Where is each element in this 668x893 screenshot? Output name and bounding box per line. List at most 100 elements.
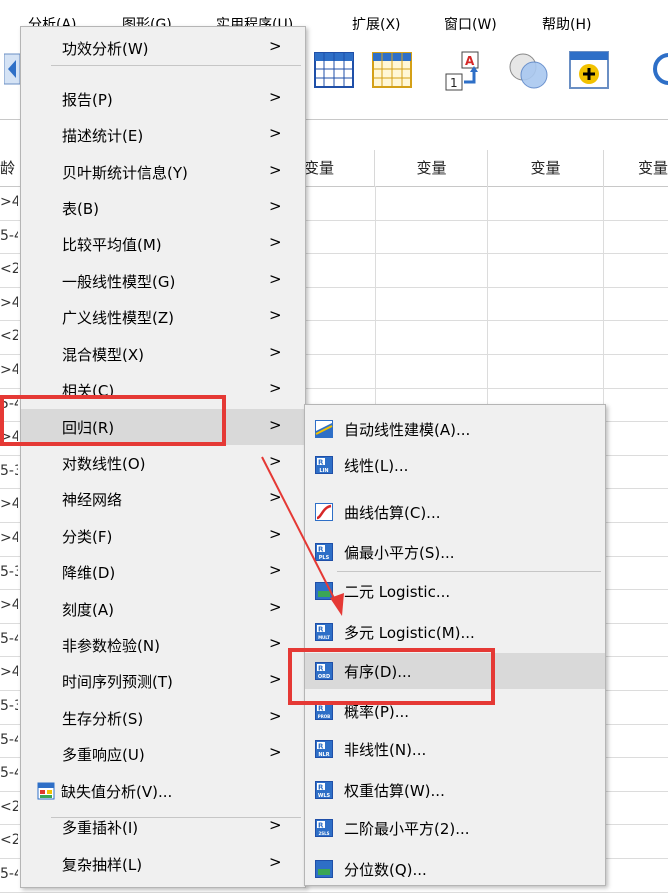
- menu-item[interactable]: 多重插补(I) >: [21, 809, 305, 845]
- menu-window[interactable]: 窗口(W): [444, 14, 497, 34]
- menu-item[interactable]: 非参数检验(N) >: [21, 627, 305, 663]
- menu-item[interactable]: 时间序列预测(T) >: [21, 663, 305, 699]
- submenu-item[interactable]: R LIN 线性(L)...: [305, 447, 605, 483]
- menu-item[interactable]: 描述统计(E) >: [21, 117, 305, 153]
- submenu-item[interactable]: 曲线估算(C)...: [305, 494, 605, 530]
- menu-item[interactable]: 报告(P) >: [21, 81, 305, 117]
- menu-item[interactable]: 比较平均值(M) >: [21, 226, 305, 262]
- menu-item-label: 贝叶斯统计信息(Y): [62, 164, 188, 182]
- table-cell[interactable]: 5-3: [0, 564, 18, 580]
- menu-item[interactable]: 表(B) >: [21, 190, 305, 226]
- column-header-age[interactable]: 龄: [0, 150, 21, 187]
- table-cell[interactable]: >4: [0, 664, 18, 680]
- table-cell[interactable]: >4: [0, 496, 18, 512]
- submenu-item[interactable]: R PLS 偏最小平方(S)...: [305, 534, 605, 570]
- menu-item[interactable]: 生存分析(S) >: [21, 700, 305, 736]
- svg-text:MULT: MULT: [318, 635, 330, 640]
- linear-icon: RLIN: [315, 456, 333, 474]
- table-cell[interactable]: 5-4: [0, 765, 18, 781]
- multinomial-logistic-icon: RMULT: [315, 623, 333, 641]
- variable-view-icon[interactable]: [372, 52, 412, 88]
- submenu-item[interactable]: R MULT 多元 Logistic(M)...: [305, 614, 605, 650]
- menu-item-label: 描述统计(E): [62, 127, 144, 145]
- table-cell[interactable]: <2: [0, 832, 18, 848]
- table-cell[interactable]: <2: [0, 261, 18, 277]
- column-header-var4[interactable]: 变量: [604, 150, 668, 187]
- table-cell[interactable]: 5-3: [0, 698, 18, 714]
- table-cell[interactable]: >4: [0, 597, 18, 613]
- value-labels-icon[interactable]: A 1: [444, 50, 490, 92]
- menu-item[interactable]: 复杂抽样(L) >: [21, 846, 305, 882]
- menu-item[interactable]: 对数线性(O) >: [21, 445, 305, 481]
- svg-text:R: R: [318, 784, 324, 792]
- menu-item-label: 一般线性模型(G): [62, 273, 176, 291]
- chevron-right-icon: >: [269, 88, 282, 106]
- regression-submenu: 自动线性建模(A)... R LIN 线性(L)... 曲线估算(C)... R PLS 偏最…: [304, 404, 606, 886]
- chevron-right-icon: >: [269, 452, 282, 470]
- menu-item[interactable]: 一般线性模型(G) >: [21, 263, 305, 299]
- submenu-item[interactable]: 二元 Logistic...: [305, 573, 605, 609]
- submenu-item-label: 权重估算(W)...: [344, 782, 445, 800]
- menu-item[interactable]: 刻度(A) >: [21, 591, 305, 627]
- pls-icon: RPLS: [315, 543, 333, 561]
- menu-help[interactable]: 帮助(H): [542, 14, 591, 34]
- submenu-item-label: 曲线估算(C)...: [344, 504, 441, 522]
- table-cell[interactable]: <2: [0, 799, 18, 815]
- auto-linear-icon: [315, 420, 333, 438]
- svg-text:PROB: PROB: [318, 714, 330, 719]
- table-cell[interactable]: >4: [0, 362, 18, 378]
- table-cell[interactable]: 5-3: [0, 463, 18, 479]
- submenu-item[interactable]: R 2SLS 二阶最小平方(2)...: [305, 810, 605, 846]
- submenu-item[interactable]: 分位数(Q)...: [305, 851, 605, 887]
- table-cell[interactable]: 5-4: [0, 732, 18, 748]
- use-sets-icon[interactable]: [506, 50, 552, 90]
- analyze-menu: 功效分析(W) > 报告(P) > 描述统计(E) > 贝叶斯统计信息(Y) > 表(B) > 比较…: [20, 26, 306, 888]
- chevron-right-icon: >: [269, 343, 282, 361]
- chevron-right-icon: >: [269, 598, 282, 616]
- data-grid-icon[interactable]: [314, 52, 354, 88]
- svg-text:R: R: [318, 822, 324, 830]
- menu-item[interactable]: 广义线性模型(Z) >: [21, 299, 305, 335]
- svg-text:1: 1: [450, 76, 458, 90]
- menu-item-label: 多重响应(U): [62, 746, 145, 764]
- table-cell[interactable]: 5-4: [0, 228, 18, 244]
- menu-item[interactable]: 多重响应(U) >: [21, 736, 305, 772]
- table-cell[interactable]: >4: [0, 295, 18, 311]
- column-header-var3[interactable]: 变量: [488, 150, 604, 187]
- chevron-right-icon: >: [269, 416, 282, 434]
- partial-circle-icon[interactable]: [650, 50, 668, 90]
- column-header-var2[interactable]: 变量: [376, 150, 488, 187]
- menu-item[interactable]: 功效分析(W) >: [21, 30, 305, 66]
- table-cell[interactable]: <2: [0, 328, 18, 344]
- submenu-item-label: 自动线性建模(A)...: [344, 421, 471, 439]
- svg-text:R: R: [318, 459, 324, 467]
- menu-item-label: 刻度(A): [62, 601, 114, 619]
- table-cell[interactable]: >4: [0, 530, 18, 546]
- chevron-right-icon: >: [269, 707, 282, 725]
- menu-item[interactable]: 分类(F) >: [21, 518, 305, 554]
- table-cell[interactable]: >4: [0, 194, 18, 210]
- menu-extensions[interactable]: 扩展(X): [352, 14, 401, 34]
- submenu-item[interactable]: R NLR 非线性(N)...: [305, 731, 605, 767]
- column-header-var1[interactable]: 变量: [304, 150, 375, 187]
- partial-toolbar-icon[interactable]: [4, 50, 20, 88]
- menu-item[interactable]: 混合模型(X) >: [21, 336, 305, 372]
- table-cell[interactable]: 5-4: [0, 866, 18, 882]
- menu-item[interactable]: 贝叶斯统计信息(Y) >: [21, 154, 305, 190]
- chevron-right-icon: >: [269, 233, 282, 251]
- chevron-right-icon: >: [269, 37, 282, 55]
- submenu-item[interactable]: R WLS 权重估算(W)...: [305, 772, 605, 808]
- svg-text:R: R: [318, 705, 324, 713]
- add-icon[interactable]: [568, 50, 612, 90]
- menu-item-label: 比较平均值(M): [62, 236, 162, 254]
- svg-text:R: R: [318, 546, 324, 554]
- submenu-item[interactable]: 自动线性建模(A)...: [305, 411, 605, 447]
- submenu-item-label: 二阶最小平方(2)...: [344, 820, 470, 838]
- menu-item-label: 表(B): [62, 200, 99, 218]
- binary-logistic-icon: [315, 582, 333, 600]
- menu-item[interactable]: 缺失值分析(V)...: [21, 773, 305, 809]
- chevron-right-icon: >: [269, 270, 282, 288]
- menu-item[interactable]: 神经网络 >: [21, 481, 305, 517]
- menu-item[interactable]: 降维(D) >: [21, 554, 305, 590]
- table-cell[interactable]: 5-4: [0, 631, 18, 647]
